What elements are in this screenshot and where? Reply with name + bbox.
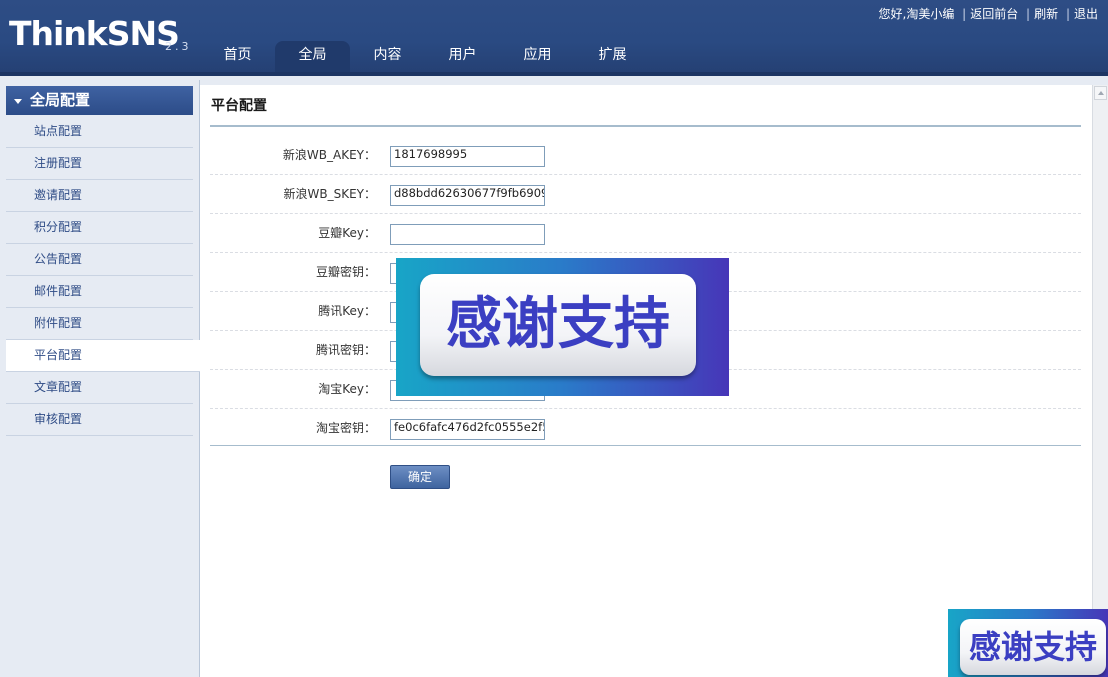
- sidebar-item-article[interactable]: 文章配置: [6, 372, 193, 404]
- form-row: 新浪WB_SKEY： d88bdd62630677f9fb69093: [210, 175, 1081, 214]
- watermark-text: 感谢支持: [420, 274, 696, 376]
- refresh-link[interactable]: 刷新: [1034, 7, 1058, 21]
- tencent-key-label: 腾讯Key：: [318, 304, 376, 318]
- sidebar-menu: 站点配置 注册配置 邀请配置 积分配置 公告配置 邮件配置 附件配置 平台配置 …: [6, 116, 200, 436]
- form-row: 豆瓣Key：: [210, 214, 1081, 253]
- nav-tab-extensions[interactable]: 扩展: [575, 41, 650, 72]
- back-to-front-link[interactable]: 返回前台: [970, 7, 1018, 21]
- page-title: 平台配置: [211, 98, 267, 114]
- sidebar-item-audit[interactable]: 审核配置: [6, 404, 193, 436]
- caret-down-icon: [14, 99, 22, 104]
- douban-key-input[interactable]: [390, 224, 545, 245]
- sidebar-section-title: 全局配置: [30, 91, 91, 109]
- sidebar: 全局配置 站点配置 注册配置 邀请配置 积分配置 公告配置 邮件配置 附件配置 …: [0, 80, 200, 677]
- form-row: 淘宝密钥： fe0c6fafc476d2fc0555e2f52: [210, 409, 1081, 448]
- sina-skey-input[interactable]: d88bdd62630677f9fb69093: [390, 185, 545, 206]
- sidebar-item-platform[interactable]: 平台配置: [6, 340, 200, 372]
- nav-tab-content[interactable]: 内容: [350, 41, 425, 72]
- nav-tab-apps[interactable]: 应用: [500, 41, 575, 72]
- divider: |: [1026, 7, 1031, 21]
- divider: |: [962, 7, 967, 21]
- greeting-text: 您好,淘美小编: [878, 7, 955, 21]
- divider: |: [1065, 7, 1070, 21]
- douban-key-label: 豆瓣Key：: [318, 226, 376, 240]
- confirm-button[interactable]: 确定: [390, 465, 450, 489]
- header-bar: ThinkSNS 2.3 您好,淘美小编 | 返回前台 | 刷新 | 退出 首页 全局…: [0, 0, 1108, 76]
- thinksns-logo: ThinkSNS: [9, 14, 180, 53]
- sina-akey-input[interactable]: 1817698995: [390, 146, 545, 167]
- watermark-text-small: 感谢支持: [960, 619, 1106, 675]
- sidebar-item-attachment[interactable]: 附件配置: [6, 308, 193, 340]
- sidebar-item-site[interactable]: 站点配置: [6, 116, 193, 148]
- top-user-bar: 您好,淘美小编 | 返回前台 | 刷新 | 退出: [879, 5, 1099, 22]
- taobao-secret-input[interactable]: fe0c6fafc476d2fc0555e2f52: [390, 419, 545, 440]
- form-row: 新浪WB_AKEY： 1817698995: [210, 136, 1081, 175]
- sidebar-item-announcement[interactable]: 公告配置: [6, 244, 193, 276]
- sina-akey-label: 新浪WB_AKEY：: [282, 148, 376, 162]
- nav-tab-home[interactable]: 首页: [200, 41, 275, 72]
- form-divider: [210, 445, 1081, 446]
- sina-skey-label: 新浪WB_SKEY：: [283, 187, 377, 201]
- sidebar-item-credit[interactable]: 积分配置: [6, 212, 193, 244]
- sidebar-item-invite[interactable]: 邀请配置: [6, 180, 193, 212]
- tencent-secret-label: 腾讯密钥：: [315, 343, 376, 357]
- logout-link[interactable]: 退出: [1074, 7, 1098, 21]
- douban-secret-label: 豆瓣密钥：: [315, 265, 376, 279]
- sidebar-item-mail[interactable]: 邮件配置: [6, 276, 193, 308]
- nav-tab-users[interactable]: 用户: [425, 41, 500, 72]
- main-nav: 首页 全局 内容 用户 应用 扩展: [200, 41, 650, 72]
- scroll-up-arrow-icon[interactable]: [1094, 86, 1107, 100]
- vertical-scrollbar[interactable]: [1092, 85, 1108, 677]
- title-divider: [210, 125, 1081, 127]
- watermark-badge: 感谢支持: [396, 258, 729, 396]
- version-label: 2.3: [165, 40, 192, 53]
- taobao-key-label: 淘宝Key：: [318, 382, 376, 396]
- taobao-secret-label: 淘宝密钥：: [315, 421, 376, 435]
- watermark-badge-small: 感谢支持: [948, 609, 1108, 677]
- sidebar-section-header[interactable]: 全局配置: [6, 86, 193, 115]
- nav-tab-global[interactable]: 全局: [275, 41, 350, 72]
- sidebar-item-register[interactable]: 注册配置: [6, 148, 193, 180]
